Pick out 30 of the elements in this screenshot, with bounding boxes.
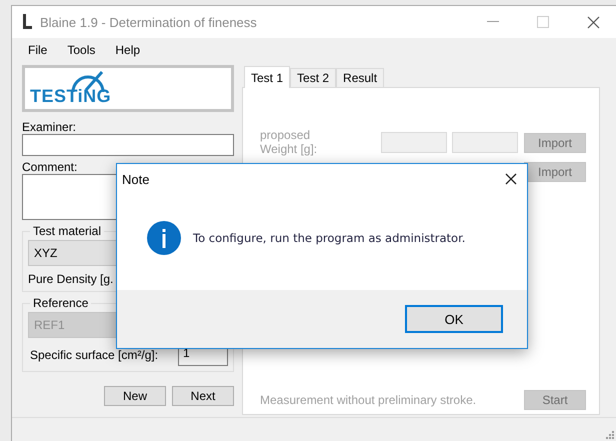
density-label: Pure Density [g. <box>28 272 114 286</box>
comment-label: Comment: <box>22 160 78 174</box>
info-icon <box>147 221 181 255</box>
tab[interactable]: Test 1 <box>244 66 290 88</box>
resize-grip-icon[interactable] <box>606 431 614 439</box>
dialog-title: Note <box>122 172 150 186</box>
group-title: Test material <box>32 224 102 238</box>
dialog-message: To configure, run the program as administrator. <box>193 231 466 245</box>
tab[interactable]: Test 2 <box>290 68 336 87</box>
menu-item[interactable]: Help <box>115 42 140 56</box>
ok-button[interactable]: OK <box>405 305 503 333</box>
measurement-note: Measurement without preliminary stroke. <box>260 393 476 407</box>
window-title: Blaine 1.9 - Determination of fineness <box>40 14 258 30</box>
maximize-icon[interactable] <box>537 16 549 28</box>
logo-text: TESTiNG <box>30 87 112 105</box>
examiner-field[interactable] <box>22 134 234 156</box>
new-button[interactable]: New <box>104 386 166 406</box>
next-button[interactable]: Next <box>172 386 234 406</box>
tab[interactable]: Result <box>336 68 384 87</box>
close-icon[interactable] <box>505 173 517 185</box>
close-icon[interactable] <box>587 16 600 28</box>
weight-label: Weight [g]: <box>260 142 318 156</box>
minimize-icon[interactable] <box>487 21 499 23</box>
group-title: Reference <box>32 296 90 310</box>
menu-item[interactable]: File <box>28 42 48 56</box>
menu-item[interactable]: Tools <box>67 42 96 56</box>
app-icon <box>20 13 34 31</box>
examiner-label: Examiner: <box>22 120 78 134</box>
proposed-label: proposed <box>260 128 312 142</box>
surface-label: Specific surface [cm²/g]: <box>30 348 158 362</box>
